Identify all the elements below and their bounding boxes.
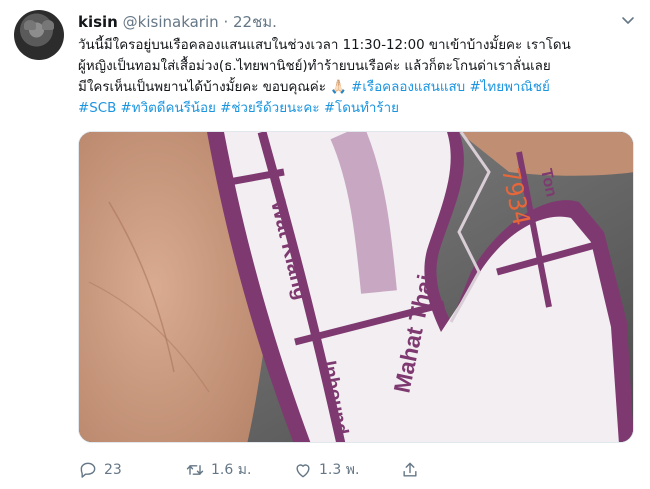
reply-icon	[80, 462, 96, 478]
hashtag-link[interactable]: #โดนทำร้าย	[324, 101, 399, 116]
tweet-text-segment: มีใครเห็นเป็นพยานได้บ้างมั้ยคะ ขอบคุณค่ะ…	[78, 80, 352, 95]
hashtag-link[interactable]: #ไทยพาณิชย์	[469, 80, 549, 95]
ticket-photo: Wat Klang Inbound Mahat Thai Ton 7934	[79, 132, 633, 442]
separator-dot: ·	[223, 13, 229, 31]
author-handle[interactable]: @kisinakarin	[123, 13, 219, 31]
like-count: 1.3 พ.	[319, 462, 360, 478]
tweet-header: kisin @kisinakarin · 22ชม.	[78, 10, 277, 34]
share-button[interactable]	[400, 458, 420, 482]
retweet-button[interactable]: 1.6 ม.	[185, 458, 251, 482]
hashtag-link[interactable]: #ช่วยรีด้วยนะคะ	[220, 101, 319, 116]
hashtag-link[interactable]: #ทวิตดีคนรีน้อย	[121, 101, 216, 116]
chevron-down-icon[interactable]	[620, 12, 636, 28]
reply-count: 23	[104, 462, 122, 478]
tweet-photo[interactable]: Wat Klang Inbound Mahat Thai Ton 7934	[78, 131, 634, 443]
tweet-text-segment: ผู้หญิงเป็นทอมใส่เสื้อม่วง(ธ.ไทยพานิชย์)…	[78, 59, 551, 74]
retweet-icon	[186, 465, 204, 475]
like-icon	[296, 464, 310, 478]
share-icon	[403, 462, 417, 477]
reply-button[interactable]: 23	[78, 458, 122, 482]
tweet-text-line: ผู้หญิงเป็นทอมใส่เสื้อม่วง(ธ.ไทยพานิชย์)…	[78, 56, 638, 77]
tweet-text: วันนี้มีใครอยู่บนเรือคลองแสนแสบในช่วงเวล…	[78, 35, 638, 119]
like-button[interactable]: 1.3 พ.	[293, 458, 359, 482]
timestamp[interactable]: 22ชม.	[233, 13, 277, 31]
tweet-text-segment: วันนี้มีใครอยู่บนเรือคลองแสนแสบในช่วงเวล…	[78, 38, 571, 53]
tweet-text-line: วันนี้มีใครอยู่บนเรือคลองแสนแสบในช่วงเวล…	[78, 35, 638, 56]
author-name[interactable]: kisin	[78, 13, 118, 31]
hashtag-link[interactable]: #SCB	[78, 101, 116, 116]
tweet-text-line: #SCB #ทวิตดีคนรีน้อย #ช่วยรีด้วยนะคะ #โด…	[78, 98, 638, 119]
tweet-text-line: มีใครเห็นเป็นพยานได้บ้างมั้ยคะ ขอบคุณค่ะ…	[78, 77, 638, 98]
hashtag-link[interactable]: #เรือคลองแสนแสบ	[351, 80, 465, 95]
tweet-actions: 23 1.6 ม. 1.3 พ.	[78, 458, 498, 482]
avatar[interactable]	[14, 10, 64, 60]
retweet-count: 1.6 ม.	[211, 462, 252, 478]
